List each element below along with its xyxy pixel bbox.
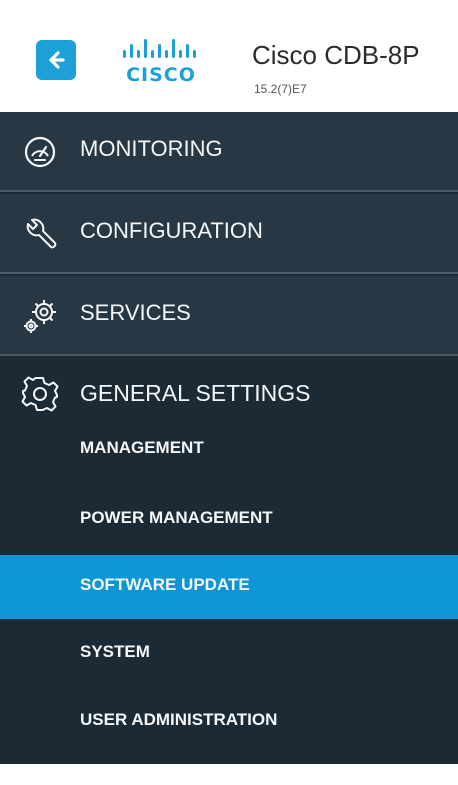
cisco-logo-text: CISCO [126,64,196,86]
gear-icon [21,376,59,412]
device-name: Cisco CDB-8P [252,40,420,70]
menu-item-configuration[interactable]: CONFIGURATION [0,194,458,274]
submenu-item-label: USER ADMINISTRATION [80,710,278,729]
app-frame: CISCO Cisco CDB-8P 15.2(7)E7 MONITORING … [0,0,458,785]
menu-item-label: SERVICES [80,300,191,325]
menu-item-services[interactable]: SERVICES [0,276,458,356]
cisco-logo: CISCO [114,38,214,88]
wrench-icon [26,218,57,249]
submenu-item-system[interactable]: SYSTEM [0,622,458,686]
submenu-item-label: SOFTWARE UPDATE [80,575,250,594]
submenu-item-label: POWER MANAGEMENT [80,508,273,527]
menu-item-label: MONITORING [80,136,223,161]
submenu-item-label: MANAGEMENT [80,438,204,457]
submenu-item-management[interactable]: MANAGEMENT [0,418,458,482]
submenu-item-power-management[interactable]: POWER MANAGEMENT [0,488,458,552]
submenu-item-label: SYSTEM [80,642,150,661]
submenu-item-user-administration[interactable]: USER ADMINISTRATION [0,690,458,754]
gears-icon [24,300,56,333]
arrow-left-icon [49,51,65,69]
menu-item-label: CONFIGURATION [80,218,263,243]
menu-item-monitoring[interactable]: MONITORING [0,112,458,192]
sidebar-menu: MONITORING CONFIGURATION SERVICES GENERA… [0,112,458,764]
speedometer-icon [24,136,56,168]
back-button[interactable] [36,40,76,80]
section-label: GENERAL SETTINGS [80,380,311,406]
device-version: 15.2(7)E7 [254,82,307,96]
cisco-bars-icon [123,39,196,58]
submenu-item-software-update[interactable]: SOFTWARE UPDATE [0,555,458,619]
header: CISCO Cisco CDB-8P 15.2(7)E7 [0,0,458,112]
